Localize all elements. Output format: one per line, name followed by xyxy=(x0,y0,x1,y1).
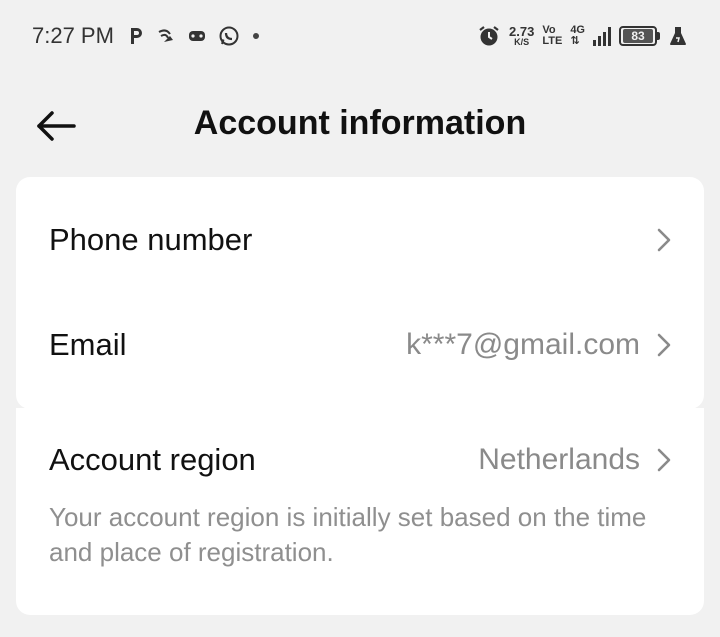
network-speed: 2.73 K/S xyxy=(509,25,534,47)
speed-unit: K/S xyxy=(514,37,530,47)
app-bar: Account information xyxy=(0,90,720,160)
game-controller-icon xyxy=(188,29,206,43)
email-row[interactable]: Email k***7@gmail.com xyxy=(16,305,704,385)
signal-bars-icon xyxy=(593,26,611,46)
phone-number-label: Phone number xyxy=(49,222,253,257)
account-region-row[interactable]: Account region Netherlands xyxy=(16,420,704,500)
network-type: 4G ⇅ xyxy=(570,25,585,47)
contact-card: Phone number Email k***7@gmail.com xyxy=(16,177,704,409)
dot-icon xyxy=(252,32,260,40)
chevron-right-icon xyxy=(654,446,674,474)
battery-icon: 83 xyxy=(619,26,660,46)
chevron-right-icon xyxy=(654,331,674,359)
email-value: k***7@gmail.com xyxy=(406,328,640,361)
alarm-icon xyxy=(477,24,501,48)
email-label: Email xyxy=(49,327,127,362)
status-left: 7:27 PM xyxy=(32,23,260,49)
account-region-label: Account region xyxy=(49,442,256,477)
status-bar: 7:27 PM 2.73 K/S Vo LTE 4G ⇅ 83 xyxy=(0,0,720,72)
phone-number-row[interactable]: Phone number xyxy=(16,200,704,280)
chevron-right-icon xyxy=(654,226,674,254)
satellite-icon xyxy=(156,26,176,46)
page-title: Account information xyxy=(193,104,527,142)
volte-bottom: LTE xyxy=(542,35,563,47)
account-region-value: Netherlands xyxy=(478,443,640,476)
region-card: Account region Netherlands Your account … xyxy=(16,408,704,615)
network-bottom: ⇅ xyxy=(570,35,580,47)
status-right: 2.73 K/S Vo LTE 4G ⇅ 83 xyxy=(477,24,688,48)
volte-indicator: Vo LTE xyxy=(542,25,562,47)
region-description: Your account region is initially set bas… xyxy=(49,502,647,567)
notification-icons xyxy=(128,25,260,47)
status-time: 7:27 PM xyxy=(32,23,114,48)
battery-level: 83 xyxy=(623,29,653,43)
parking-app-icon xyxy=(128,26,144,46)
flask-icon xyxy=(668,25,688,47)
whatsapp-icon xyxy=(218,25,240,47)
